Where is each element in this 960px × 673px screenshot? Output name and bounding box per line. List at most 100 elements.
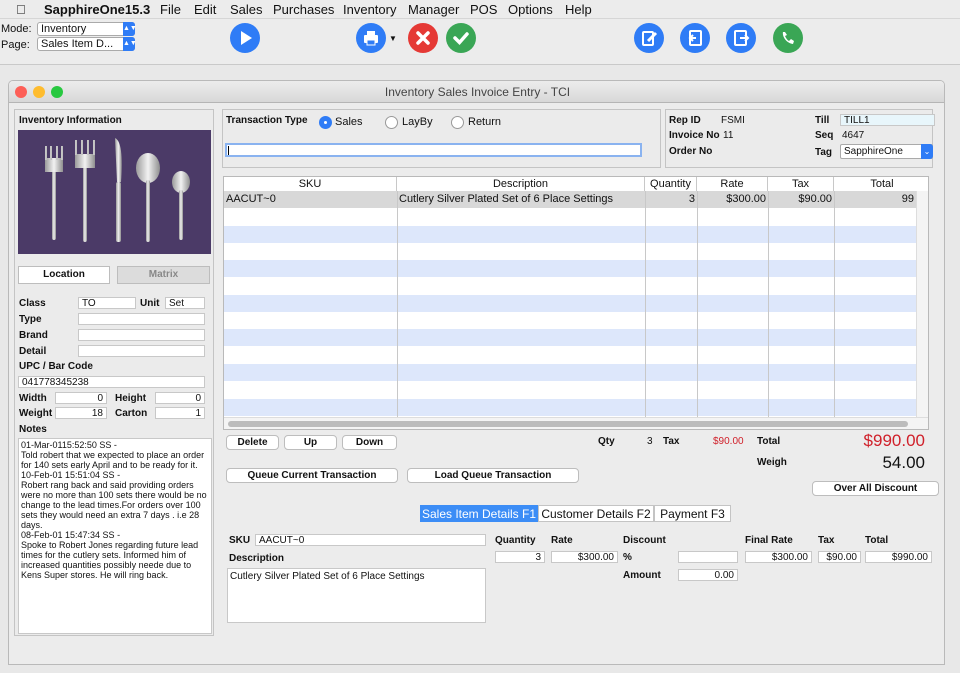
carton-field[interactable]: 1 (155, 407, 205, 419)
column-sku[interactable]: SKU (224, 177, 397, 191)
invoice-no-label: Invoice No (669, 130, 720, 141)
tab-payment[interactable]: Payment F3 (654, 505, 731, 522)
column-description[interactable]: Description (397, 177, 645, 191)
menu-pos[interactable]: POS (470, 2, 497, 17)
radio-layby[interactable] (385, 116, 398, 129)
horizontal-scrollbar[interactable] (224, 417, 928, 429)
discount-label: Discount (623, 535, 666, 546)
line-items-table[interactable]: SKU Description Quantity Rate Tax Total … (223, 176, 929, 430)
menu-bar:  SapphireOne15.3 File Edit Sales Purcha… (0, 0, 960, 19)
radio-sales[interactable] (319, 116, 332, 129)
page-select[interactable]: Sales Item D... ▲▼ (37, 37, 137, 51)
weight-field[interactable]: 18 (55, 407, 107, 419)
seq-label: Seq (815, 130, 834, 141)
vertical-scrollbar[interactable] (916, 191, 928, 417)
menu-inventory[interactable]: Inventory (343, 2, 396, 17)
table-row[interactable] (224, 225, 916, 243)
tax-detail-field[interactable]: $90.00 (818, 551, 861, 563)
tab-sales-item-details[interactable]: Sales Item Details F1 (420, 505, 538, 522)
cancel-button[interactable] (408, 23, 438, 53)
table-row[interactable] (224, 260, 916, 278)
radio-return[interactable] (451, 116, 464, 129)
radio-layby-label: LayBy (402, 116, 433, 128)
rate-detail-field[interactable]: $300.00 (551, 551, 618, 563)
delete-button[interactable]: Delete (226, 435, 279, 450)
export-button[interactable] (726, 23, 756, 53)
menu-purchases[interactable]: Purchases (273, 2, 334, 17)
amount-field[interactable]: 0.00 (678, 569, 738, 581)
discount-percent-field[interactable] (678, 551, 738, 563)
mode-select[interactable]: Inventory ▲▼ (37, 22, 137, 36)
sku-detail-field[interactable]: AACUT~0 (255, 534, 486, 546)
table-row[interactable] (224, 364, 916, 381)
table-row[interactable] (224, 242, 916, 260)
down-button[interactable]: Down (342, 435, 397, 450)
tab-matrix[interactable]: Matrix (117, 266, 210, 284)
height-field[interactable]: 0 (155, 392, 205, 404)
column-total[interactable]: Total (834, 177, 928, 191)
detail-field[interactable] (78, 345, 205, 357)
table-row[interactable] (224, 208, 916, 226)
till-field[interactable]: TILL1 (840, 114, 935, 126)
menu-manager[interactable]: Manager (408, 2, 459, 17)
upc-label: UPC / Bar Code (19, 361, 93, 372)
tab-location[interactable]: Location (18, 266, 110, 284)
play-icon (241, 31, 252, 45)
table-row[interactable] (224, 329, 916, 347)
print-button[interactable] (356, 23, 386, 53)
weigh-value: 54.00 (882, 453, 925, 472)
chevron-down-icon[interactable]: ▼ (389, 34, 397, 43)
column-quantity[interactable]: Quantity (645, 177, 697, 191)
class-field[interactable]: TO (78, 297, 136, 309)
import-button[interactable] (680, 23, 710, 53)
sku-detail-label: SKU (229, 535, 251, 546)
table-row[interactable] (224, 294, 916, 312)
column-rate[interactable]: Rate (697, 177, 768, 191)
table-row[interactable] (224, 312, 916, 330)
table-row[interactable] (224, 398, 916, 416)
table-row[interactable] (224, 381, 916, 399)
call-button[interactable] (773, 23, 803, 53)
tag-select[interactable]: SapphireOne ⌄ (840, 144, 933, 159)
edit-button[interactable] (634, 23, 664, 53)
menu-edit[interactable]: Edit (194, 2, 216, 17)
inventory-panel: Inventory Information Location Matrix Cl… (14, 109, 214, 636)
up-button[interactable]: Up (284, 435, 337, 450)
upc-field[interactable]: 041778345238 (18, 376, 205, 388)
description-detail-field[interactable]: Cutlery Silver Plated Set of 6 Place Set… (227, 568, 486, 623)
over-all-discount-button[interactable]: Over All Discount (812, 481, 939, 496)
column-tax[interactable]: Tax (768, 177, 834, 191)
table-row[interactable]: AACUT~0 Cutlery Silver Plated Set of 6 P… (224, 191, 916, 208)
app-name[interactable]: SapphireOne15.3 (44, 2, 150, 17)
tab-customer-details[interactable]: Customer Details F2 (538, 505, 654, 522)
menu-file[interactable]: File (160, 2, 181, 17)
scroll-thumb[interactable] (228, 421, 908, 427)
table-row[interactable] (224, 277, 916, 295)
menu-options[interactable]: Options (508, 2, 553, 17)
type-field[interactable] (78, 313, 205, 325)
invoice-no-value: 11 (723, 130, 734, 141)
load-queue-button[interactable]: Load Queue Transaction (407, 468, 579, 483)
unit-field[interactable]: Set (165, 297, 205, 309)
brand-label: Brand (19, 330, 48, 341)
menu-help[interactable]: Help (565, 2, 592, 17)
notes-area[interactable]: 01-Mar-0115:52:50 SS - Told robert that … (18, 438, 212, 634)
accept-button[interactable] (446, 23, 476, 53)
type-label: Type (19, 314, 42, 325)
quantity-detail-field[interactable]: 3 (495, 551, 545, 563)
total-detail-field[interactable]: $990.00 (865, 551, 932, 563)
final-rate-field[interactable]: $300.00 (745, 551, 812, 563)
document-in-icon (688, 30, 702, 46)
sku-entry-input[interactable] (225, 143, 642, 157)
grand-total-value: $990.00 (863, 431, 925, 450)
radio-sales-label: Sales (335, 116, 363, 128)
queue-current-button[interactable]: Queue Current Transaction (226, 468, 398, 483)
check-icon (453, 32, 469, 46)
menu-sales[interactable]: Sales (230, 2, 263, 17)
play-button[interactable] (230, 23, 260, 53)
width-field[interactable]: 0 (55, 392, 107, 404)
table-row[interactable] (224, 346, 916, 364)
apple-icon[interactable]:  (16, 2, 26, 17)
detail-label: Detail (19, 346, 47, 357)
brand-field[interactable] (78, 329, 205, 341)
